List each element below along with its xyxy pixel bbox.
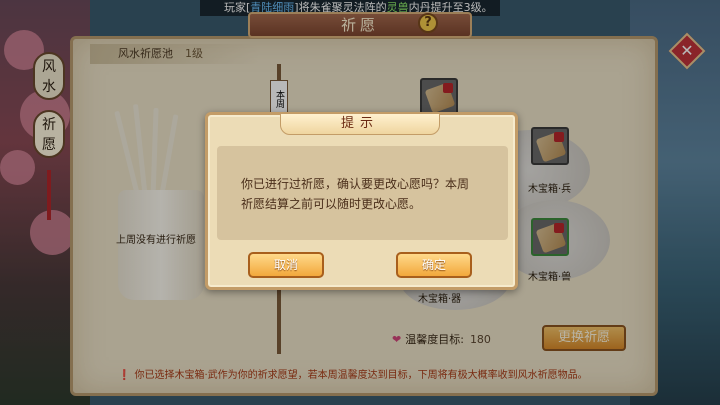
dialog-message: 你已进行过祈愿，确认要更改心愿吗？本周 祈愿结算之前可以随时更改心愿。 bbox=[217, 146, 508, 240]
dialog-message-line2: 祈愿结算之前可以随时更改心愿。 bbox=[241, 197, 422, 211]
cancel-button[interactable]: 取消 bbox=[248, 252, 324, 278]
dialog-message-line1: 你已进行过祈愿，确认要更改心愿吗？本周 bbox=[241, 177, 470, 191]
dialog-title: 提示 bbox=[280, 113, 440, 135]
confirm-button[interactable]: 确定 bbox=[396, 252, 472, 278]
